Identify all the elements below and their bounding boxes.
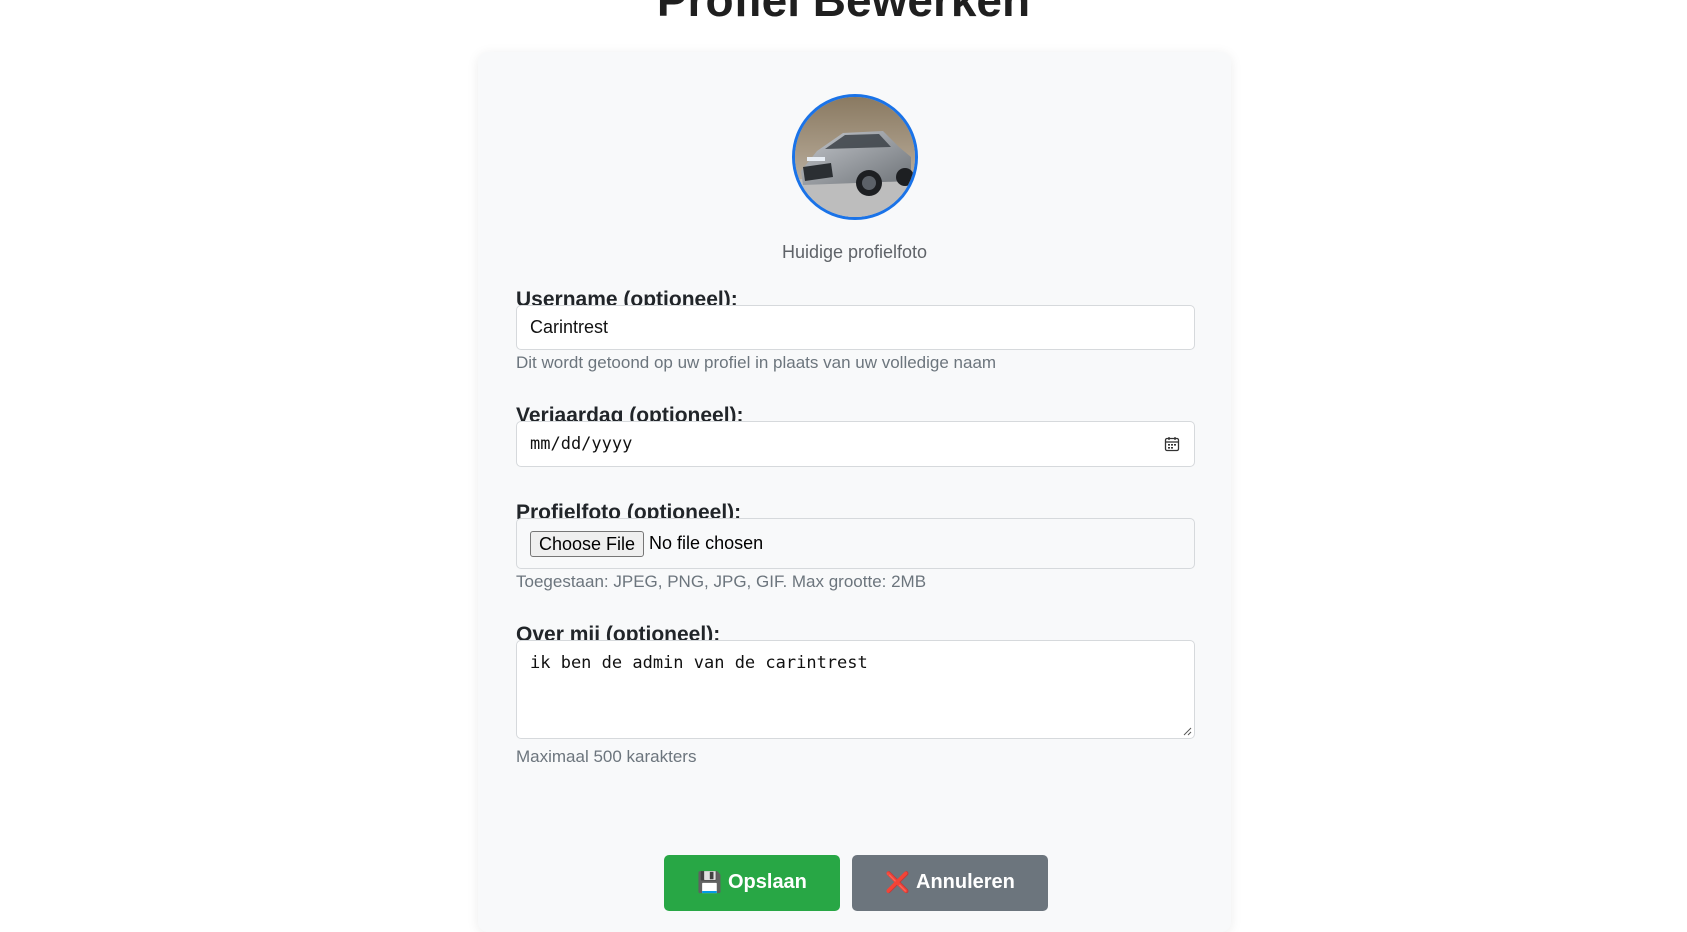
resize-grip-icon[interactable] — [1182, 726, 1192, 736]
username-value: Carintrest — [530, 317, 609, 337]
username-input[interactable]: Carintrest — [516, 305, 1195, 350]
username-help: Dit wordt getoond op uw profiel in plaat… — [516, 353, 997, 372]
choose-file-button[interactable]: Choose File — [530, 530, 645, 557]
about-value: ik ben de admin van de carintrest — [530, 653, 868, 673]
page-title: Profiel Bewerken — [656, 0, 1031, 26]
cancel-button[interactable]: ❌ Annuleren — [852, 855, 1048, 911]
cancel-button-label: Annuleren — [916, 871, 1015, 893]
photo-file-input[interactable]: Choose File No file chosen — [516, 518, 1195, 569]
birthday-placeholder: mm/dd/yyyy — [530, 434, 633, 454]
about-textarea[interactable]: ik ben de admin van de carintrest — [516, 640, 1195, 739]
photo-help: Toegestaan: JPEG, PNG, JPG, GIF. Max gro… — [516, 572, 927, 591]
file-status: No file chosen — [649, 533, 764, 553]
cross-mark-icon: ❌ — [885, 872, 910, 894]
edit-profile-card: Huidige profielfoto Username (optioneel)… — [478, 52, 1231, 932]
avatar-caption: Huidige profielfoto — [781, 242, 928, 262]
avatar — [791, 94, 918, 220]
car-photo-image — [794, 97, 915, 217]
save-button[interactable]: 💾 Opslaan — [664, 855, 840, 911]
save-button-label: Opslaan — [727, 871, 807, 893]
about-help: Maximaal 500 karakters — [516, 747, 697, 766]
avatar-container — [478, 94, 1231, 225]
floppy-disk-icon: 💾 — [697, 872, 722, 894]
calendar-icon[interactable] — [1164, 436, 1180, 452]
birthday-date-input[interactable]: mm/dd/yyyy — [516, 421, 1195, 467]
